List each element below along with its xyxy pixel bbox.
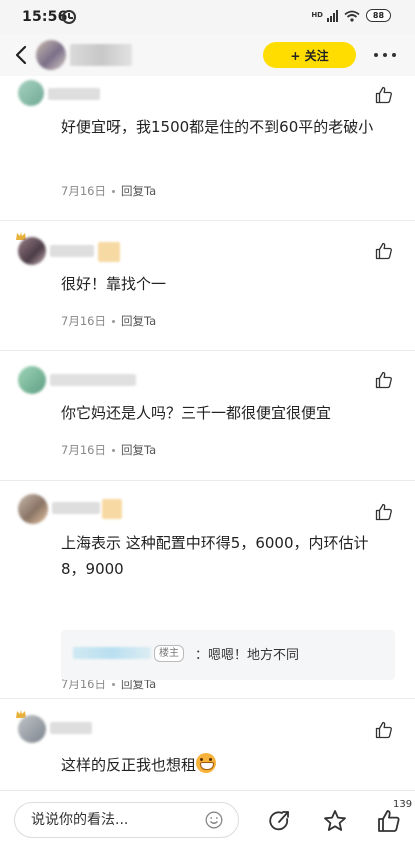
comment-divider	[0, 698, 415, 699]
reply-link[interactable]: 回复Ta	[121, 313, 156, 329]
commenter-avatar[interactable]	[18, 237, 46, 265]
network-label: HD	[311, 11, 323, 19]
emoji-icon[interactable]	[205, 811, 223, 829]
comment-item: 你它妈还是人吗？三千一都很便宜很便宜 7月16日 回复Ta	[0, 356, 415, 479]
comment-date: 7月16日	[61, 314, 106, 328]
meta-separator	[111, 448, 115, 452]
share-icon[interactable]	[268, 810, 292, 832]
comment-divider	[0, 350, 415, 351]
status-indicators: HD 88	[311, 9, 391, 22]
status-time: 15:56	[22, 9, 68, 25]
comment-text: 这样的反正我也想租	[61, 752, 396, 778]
comment-date: 7月16日	[61, 443, 106, 457]
battery-icon: 88	[366, 9, 391, 22]
star-icon[interactable]	[323, 809, 347, 833]
like-icon[interactable]	[375, 371, 393, 389]
commenter-avatar[interactable]	[18, 494, 48, 524]
sub-reply-text: ：嗯嗯！地方不同	[195, 648, 300, 663]
commenter-avatar[interactable]	[18, 366, 46, 394]
reply-link[interactable]: 回复Ta	[121, 442, 156, 458]
op-badge: 楼主	[154, 645, 184, 662]
commenter-avatar[interactable]	[18, 715, 46, 743]
like-icon[interactable]	[375, 86, 393, 104]
commenter-name[interactable]	[50, 722, 92, 734]
commenter-name[interactable]	[52, 502, 100, 514]
grin-emoji-icon	[196, 753, 217, 773]
like-icon[interactable]	[377, 809, 401, 833]
commenter-badge	[102, 499, 122, 519]
meta-separator	[111, 189, 115, 193]
comment-item: 这样的反正我也想租	[0, 704, 415, 790]
reply-link[interactable]: 回复Ta	[121, 183, 156, 199]
like-icon[interactable]	[375, 503, 393, 521]
comment-text-content: 这样的反正我也想租	[61, 756, 197, 774]
comment-text: 好便宜呀，我1500都是住的不到60平的老破小	[61, 118, 374, 136]
comment-divider	[0, 480, 415, 481]
commenter-badge	[98, 242, 120, 262]
comment-divider	[0, 220, 415, 221]
author-avatar[interactable]	[36, 40, 66, 70]
comment-item: 好便宜呀，我1500都是住的不到60平的老破小 7月16日 回复Ta	[0, 76, 415, 219]
like-icon[interactable]	[375, 242, 393, 260]
status-bar: 15:56 HD 88	[0, 0, 415, 34]
comment-item: 很好！靠找个一 7月16日 回复Ta	[0, 226, 415, 351]
sub-reply[interactable]: 楼主 ：嗯嗯！地方不同	[61, 630, 395, 680]
commenter-name[interactable]	[50, 374, 136, 386]
signal-icon	[327, 9, 338, 22]
like-icon[interactable]	[375, 721, 393, 739]
more-icon[interactable]	[374, 53, 396, 57]
comment-meta: 7月16日 回复Ta	[61, 183, 156, 199]
comment-meta: 7月16日 回复Ta	[61, 442, 156, 458]
alarm-icon	[62, 10, 76, 24]
comment-text: 很好！靠找个一	[61, 275, 167, 293]
comment-text: 你它妈还是人吗？三千一都很便宜很便宜	[61, 404, 332, 422]
commenter-avatar[interactable]	[18, 80, 44, 106]
meta-separator	[111, 319, 115, 323]
comment-meta: 7月16日 回复Ta	[61, 313, 156, 329]
comment-text: 上海表示 这种配置中环得5，6000，内环估计8，9000	[61, 534, 369, 578]
like-count: 139	[393, 799, 413, 810]
commenter-name[interactable]	[48, 88, 100, 100]
comment-date: 7月16日	[61, 184, 106, 198]
header: + 关注	[0, 34, 415, 76]
follow-button[interactable]: + 关注	[263, 42, 356, 68]
sub-reply-author[interactable]	[73, 647, 151, 659]
meta-separator	[111, 682, 115, 686]
wifi-icon	[344, 10, 360, 22]
back-icon[interactable]	[12, 44, 32, 66]
bottom-bar: 139	[0, 790, 415, 854]
commenter-name[interactable]	[50, 245, 94, 257]
author-name[interactable]	[70, 44, 132, 66]
